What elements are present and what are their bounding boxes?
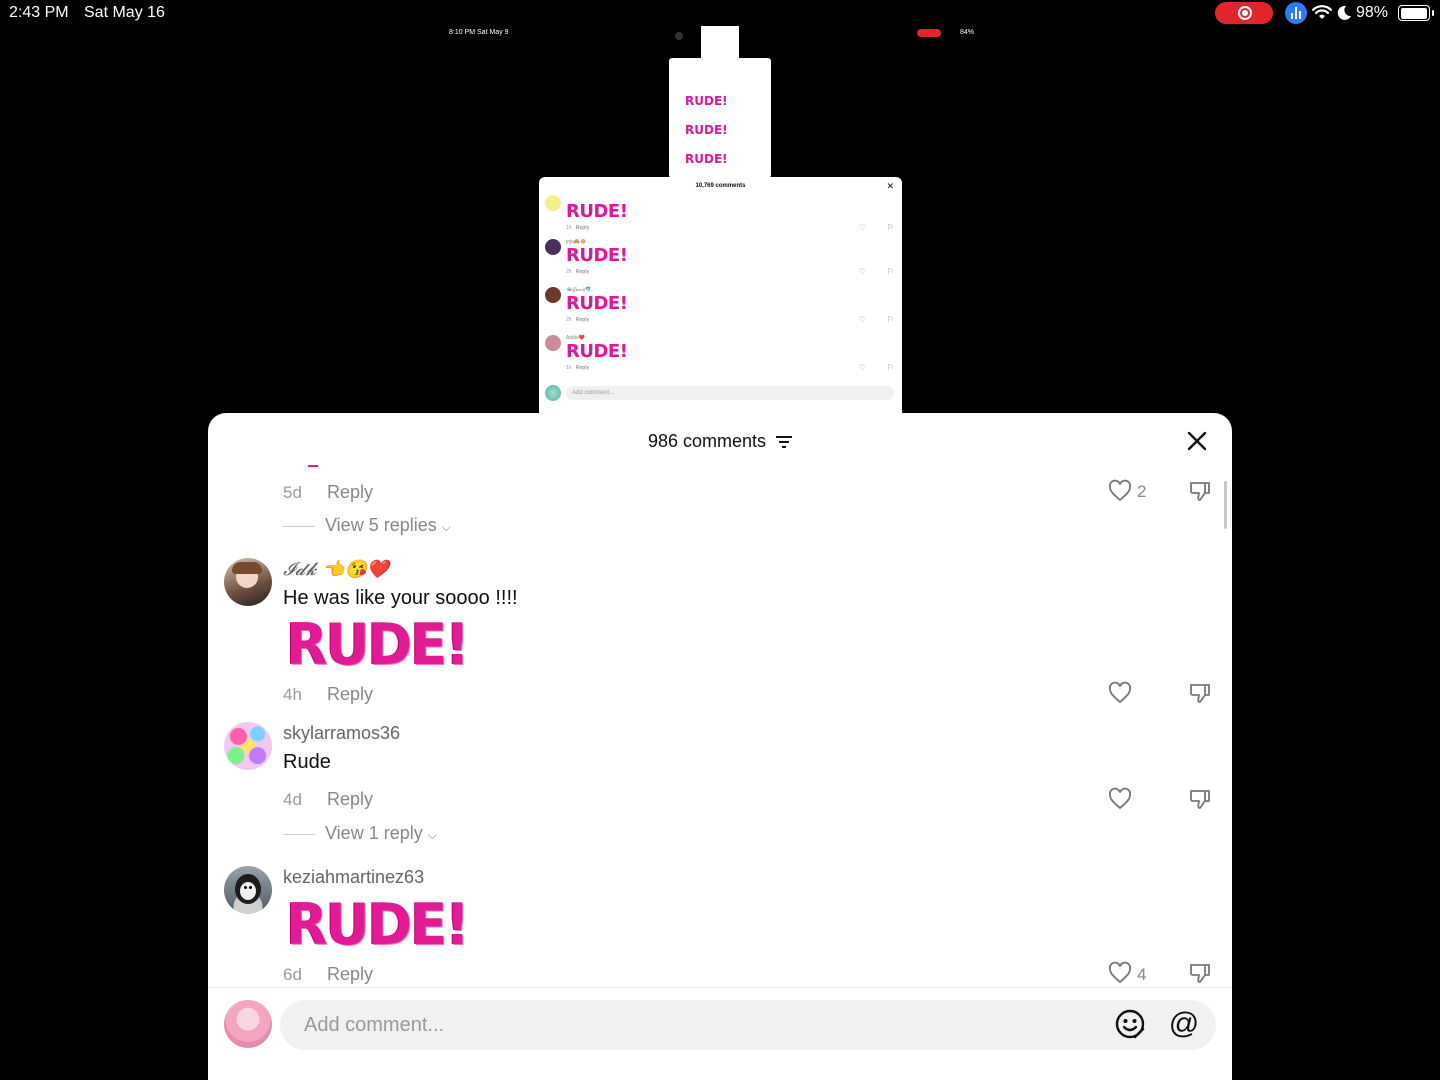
- mid-comment-row: 🐳𝒥𝒶𝓃𝒾𝑒🐬. RUDE! 2h Reply ♡ ⚐: [539, 287, 902, 335]
- small-sticker: RUDE!: [685, 152, 728, 166]
- comment-list: 5d Reply 2 View 5 replies ⌵ 𝓘𝓭𝓴 👈😘❤️ He …: [208, 413, 1232, 987]
- comment-username[interactable]: keziahmartinez63: [283, 867, 424, 888]
- avatar: [545, 287, 561, 303]
- battery-icon: [1398, 5, 1434, 21]
- sticker-fragment: [308, 465, 318, 467]
- rude-sticker: RUDE!: [286, 891, 470, 958]
- comment-age: 6d: [283, 965, 302, 984]
- avatar[interactable]: [224, 722, 272, 770]
- reply-button[interactable]: Reply: [327, 964, 373, 985]
- heart-icon[interactable]: [1108, 681, 1132, 705]
- small-sticker: RUDE!: [685, 123, 728, 137]
- rude-sticker: RUDE!: [566, 293, 628, 314]
- battery-fill: [1400, 7, 1427, 19]
- dislike-icon: ⚐: [886, 363, 894, 372]
- dislike-icon: ⚐: [886, 267, 894, 276]
- camera-icon: [675, 32, 683, 40]
- heart-icon[interactable]: [1108, 787, 1132, 811]
- view-replies-button[interactable]: View 5 replies ⌵: [283, 515, 451, 536]
- avatar[interactable]: [224, 558, 272, 606]
- record-icon: [1238, 6, 1252, 20]
- heart-icon: ♡: [858, 267, 866, 276]
- mid-comment-row: Addie❤️ RUDE! 1h Reply ♡ ⚐: [539, 335, 902, 383]
- avatar[interactable]: [224, 866, 272, 914]
- rude-sticker: RUDE!: [566, 245, 628, 266]
- moon-icon: [1337, 5, 1351, 20]
- avatar: [545, 195, 561, 211]
- tiny-comment-panel: [701, 26, 739, 58]
- mid-reply: 2h Reply: [566, 317, 590, 323]
- dislike-icon[interactable]: [1188, 787, 1212, 811]
- comment-text: He was like your soooo !!!!: [283, 587, 518, 609]
- rude-sticker: RUDE!: [566, 201, 628, 222]
- view-replies-button[interactable]: View 1 reply ⌵: [283, 823, 437, 844]
- mid-reply: 1h Reply: [566, 365, 590, 371]
- avatar: [545, 239, 561, 255]
- heart-icon: ♡: [858, 363, 866, 372]
- like-count: 2: [1137, 482, 1147, 501]
- comment-username[interactable]: 𝓘𝓭𝓴 👈😘❤️: [283, 559, 389, 580]
- mini-battery: 84%: [960, 29, 975, 36]
- comment-input[interactable]: [280, 1000, 1216, 1050]
- heart-icon[interactable]: [1108, 479, 1132, 503]
- dislike-icon[interactable]: [1188, 681, 1212, 705]
- avatar: [545, 385, 561, 401]
- screen-recording-indicator[interactable]: [1215, 2, 1273, 24]
- dislike-icon[interactable]: [1188, 479, 1212, 503]
- reply-button[interactable]: Reply: [327, 789, 373, 810]
- heart-icon: ♡: [858, 315, 866, 324]
- mini-record-indicator: [917, 29, 941, 37]
- status-date: Sat May 16: [84, 4, 165, 21]
- mid-panel-title: 10,769 comments: [695, 183, 746, 189]
- reply-button[interactable]: Reply: [327, 482, 373, 503]
- small-sticker: RUDE!: [685, 94, 728, 108]
- reply-button[interactable]: Reply: [327, 684, 373, 705]
- comment-text: Rude: [283, 751, 331, 773]
- avatar: [545, 335, 561, 351]
- dislike-icon: ⚐: [886, 223, 894, 232]
- mid-reply: 2h Reply: [566, 269, 590, 275]
- avatar[interactable]: [224, 1000, 272, 1048]
- wifi-icon: [1312, 5, 1332, 19]
- mid-comment-row: jojo🙈🐵 RUDE! 2h Reply ♡ ⚐: [539, 239, 902, 287]
- mid-comment-row: RUDE! 1h Reply ♡ ⚐: [539, 195, 902, 243]
- comment-composer: @: [208, 987, 1232, 1080]
- heart-icon[interactable]: [1108, 961, 1132, 985]
- status-time: 2:43 PM: [9, 4, 69, 21]
- dislike-icon[interactable]: [1188, 961, 1212, 985]
- mention-button[interactable]: @: [1168, 1008, 1200, 1040]
- comment-username[interactable]: skylarramos36: [283, 723, 400, 744]
- status-bar: 2:43 PM Sat May 16 98%: [0, 0, 1440, 26]
- mini-status-time: 8:10 PM Sat May 9: [449, 29, 509, 36]
- audio-icon: [1285, 2, 1307, 24]
- close-icon: ✕: [886, 181, 894, 191]
- mid-comment-input: Add comment...: [566, 386, 894, 400]
- mid-reply: 1h Reply: [566, 225, 590, 231]
- comment-age: 4h: [283, 685, 302, 704]
- mid-comment-panel: 10,769 comments ✕ RUDE! 1h Reply ♡ ⚐ joj…: [539, 177, 902, 413]
- battery-percent: 98%: [1356, 4, 1389, 21]
- rude-sticker: RUDE!: [566, 341, 628, 362]
- comment-age: 4d: [283, 790, 302, 809]
- comment-age: 5d: [283, 483, 302, 502]
- chevron-down-icon: ⌵: [427, 828, 437, 842]
- dislike-icon: ⚐: [886, 315, 894, 324]
- emoji-icon[interactable]: [1114, 1008, 1146, 1040]
- heart-icon: ♡: [858, 223, 866, 232]
- small-comment-panel: RUDE! RUDE! RUDE!: [669, 58, 771, 178]
- chevron-down-icon: ⌵: [441, 520, 451, 534]
- rude-sticker: RUDE!: [286, 611, 470, 678]
- like-count: 4: [1137, 965, 1147, 984]
- comments-sheet: 986 comments 5d Reply 2 View 5 replies ⌵: [208, 413, 1232, 1080]
